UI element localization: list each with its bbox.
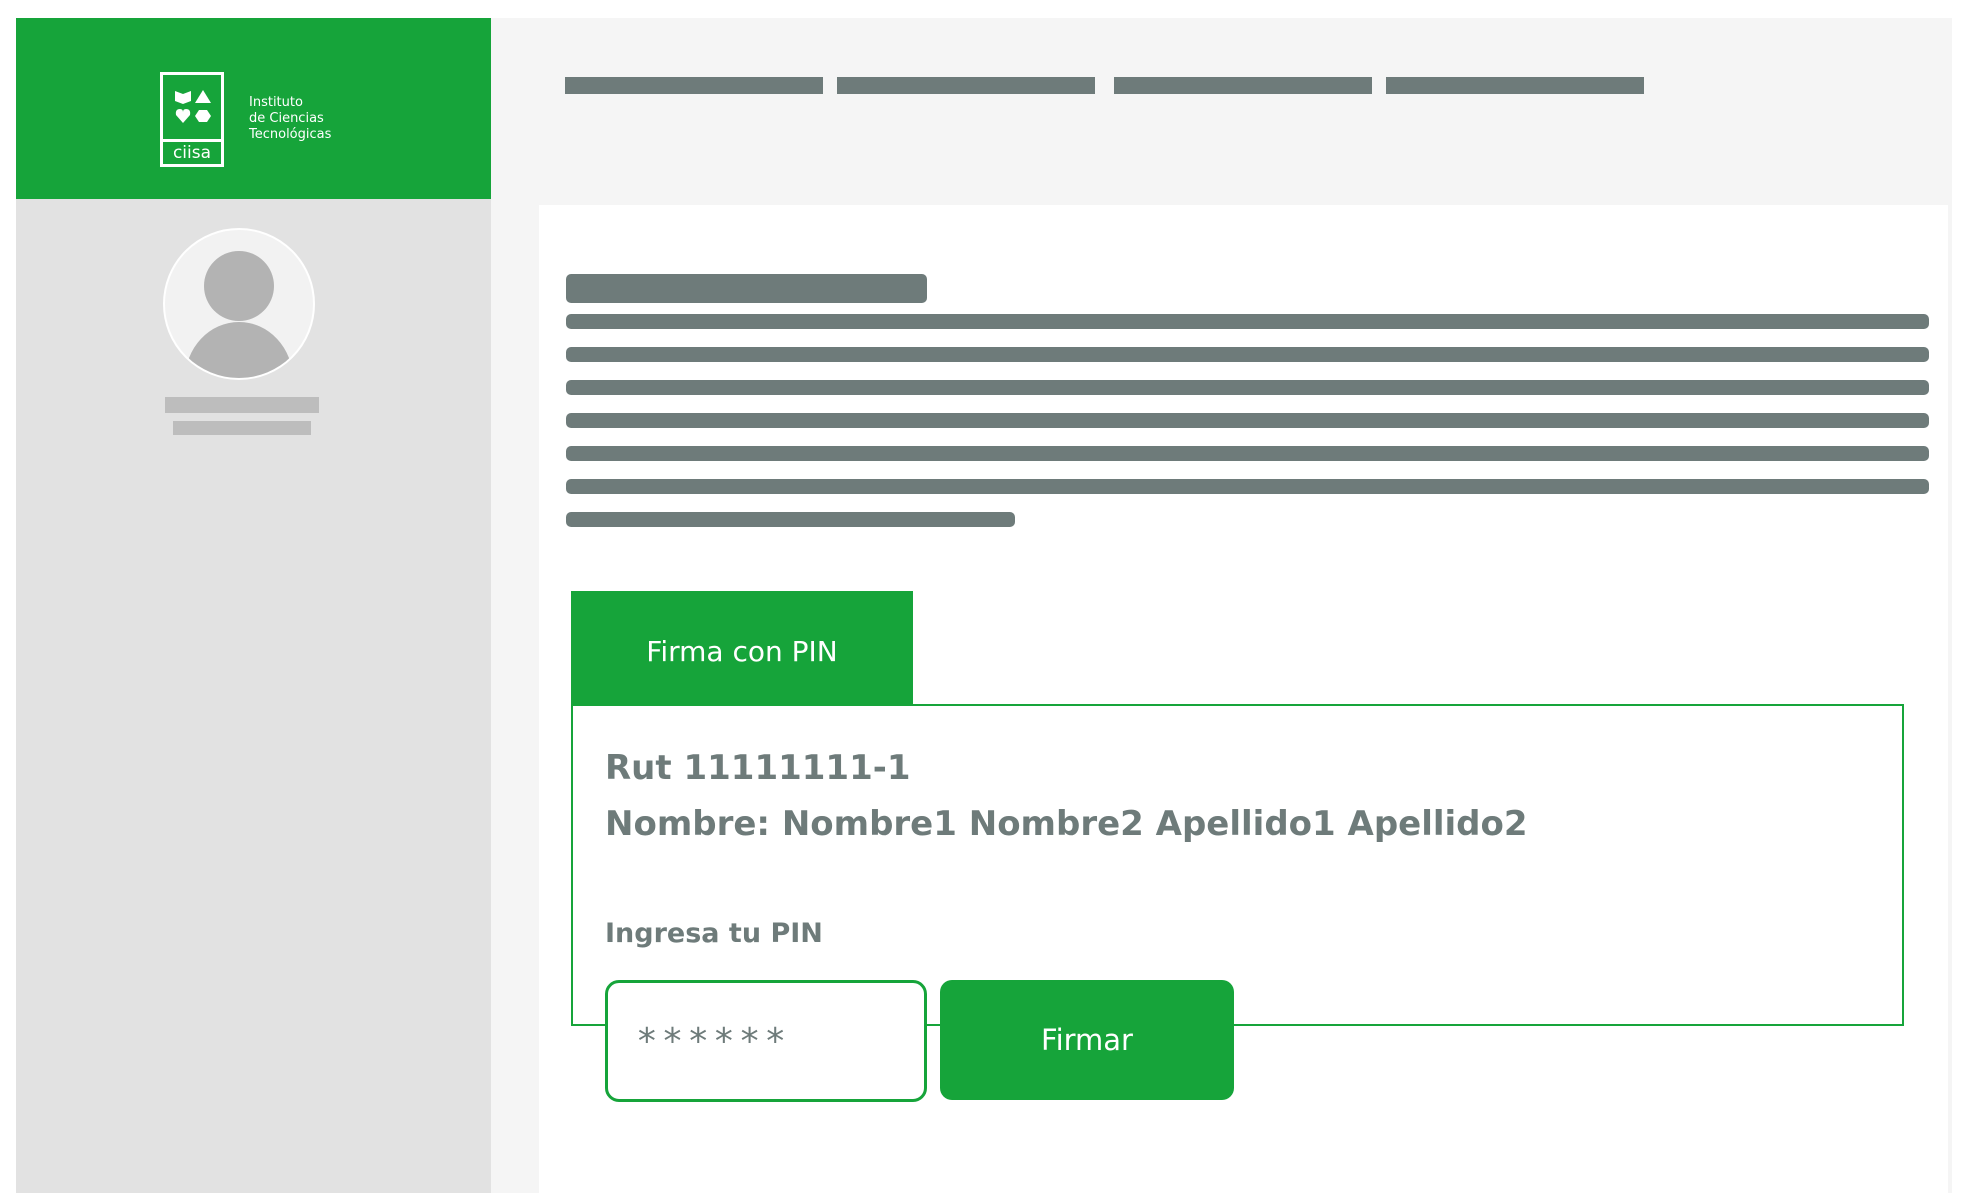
user-name-placeholder [165,397,319,413]
text-line-placeholder [566,380,1929,395]
nav-item-placeholder[interactable] [1386,77,1644,94]
tab-firma-con-pin[interactable]: Firma con PIN [571,591,913,705]
rut-text: Rut 11111111-1 [605,748,911,788]
firmar-button-label: Firmar [1041,1023,1133,1057]
ciisa-logo[interactable]: ciisa [160,72,224,167]
institute-line-3: Tecnológicas [249,127,332,142]
pin-input[interactable]: ****** [605,980,927,1102]
text-line-placeholder [566,512,1015,527]
institute-name: Instituto de Ciencias Tecnológicas [249,95,331,143]
app-frame: ciisa Instituto de Ciencias Tecnológicas [16,18,1952,1193]
text-line-placeholder [566,479,1929,494]
user-avatar-icon [185,251,293,378]
text-line-placeholder [566,347,1929,362]
heading-placeholder [566,274,927,303]
institute-line-1: Instituto [249,95,303,110]
nombre-text: Nombre: Nombre1 Nombre2 Apellido1 Apelli… [605,804,1528,844]
brand-header: ciisa Instituto de Ciencias Tecnológicas [16,18,491,199]
pin-label: Ingresa tu PIN [605,918,823,949]
signature-panel: Rut 11111111-1 Nombre: Nombre1 Nombre2 A… [571,704,1904,1102]
text-line-placeholder [566,446,1929,461]
firmar-button[interactable]: Firmar [940,980,1234,1100]
institute-line-2: de Ciencias [249,111,324,126]
text-line-placeholder [566,314,1929,329]
nav-item-placeholder[interactable] [837,77,1095,94]
pin-input-value: ****** [636,1021,791,1062]
logo-wordmark: ciisa [172,143,212,163]
sidebar: ciisa Instituto de Ciencias Tecnológicas [16,18,491,1193]
logo-shapes-icon [175,90,211,123]
user-role-placeholder [173,421,311,435]
text-line-placeholder [566,413,1929,428]
nav-item-placeholder[interactable] [565,77,823,94]
avatar[interactable] [163,228,315,380]
tab-label: Firma con PIN [646,634,838,668]
nav-item-placeholder[interactable] [1114,77,1372,94]
